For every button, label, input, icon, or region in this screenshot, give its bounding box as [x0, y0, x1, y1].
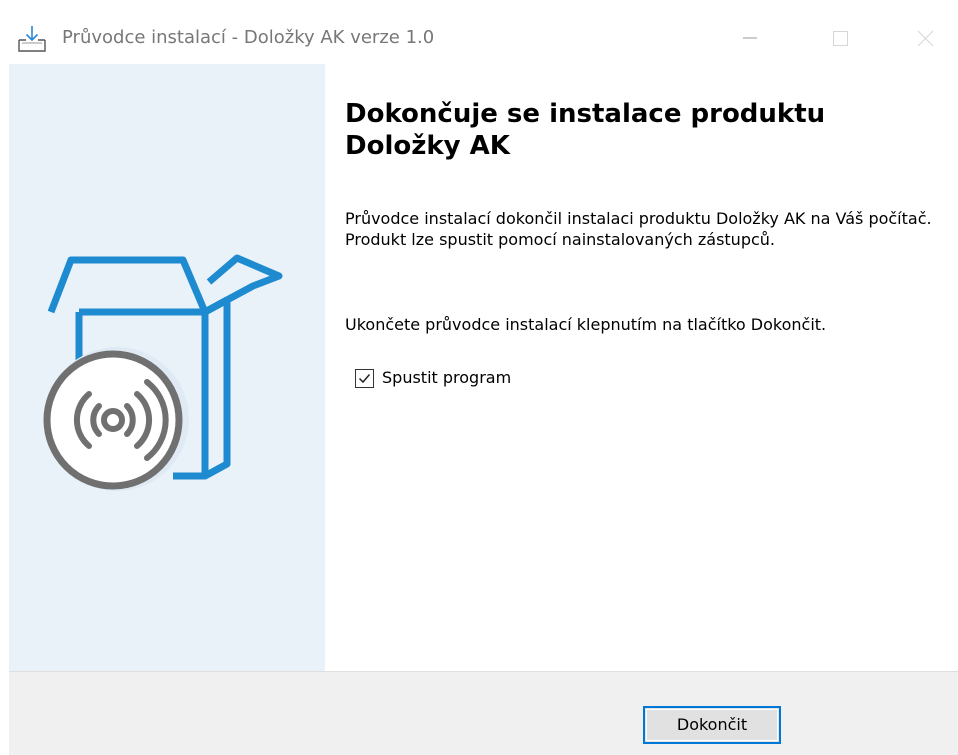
installer-window: Průvodce instalací - Doložky AK verze 1.…: [0, 0, 958, 755]
finish-instruction: Ukončete průvodce instalací klepnutím na…: [345, 315, 827, 334]
finish-button-label: Dokončit: [676, 715, 748, 734]
launch-program-label[interactable]: Spustit program: [382, 368, 511, 387]
box-with-disc-icon: [43, 254, 283, 491]
launch-program-checkbox[interactable]: [355, 369, 374, 388]
maximize-button[interactable]: [810, 8, 870, 58]
title-bar[interactable]: Průvodce instalací - Doložky AK verze 1.…: [0, 0, 958, 64]
completion-message: Průvodce instalací dokončil instalaci pr…: [345, 209, 932, 249]
installer-download-icon: [16, 24, 48, 56]
wizard-banner: [9, 64, 325, 671]
wizard-content: Dokončuje se instalace produktu Doložky …: [325, 64, 958, 671]
finish-button[interactable]: Dokončit: [643, 706, 781, 744]
button-bar: Dokončit: [9, 671, 958, 755]
maximize-icon: [833, 31, 848, 46]
checkmark-icon: [358, 374, 371, 384]
window-title: Průvodce instalací - Doložky AK verze 1.…: [62, 27, 435, 48]
page-title: Dokončuje se instalace produktu Doložky …: [345, 99, 826, 161]
minimize-icon: [743, 37, 757, 39]
minimize-button[interactable]: [720, 8, 780, 58]
close-icon: [917, 30, 934, 47]
close-button[interactable]: [895, 8, 955, 58]
